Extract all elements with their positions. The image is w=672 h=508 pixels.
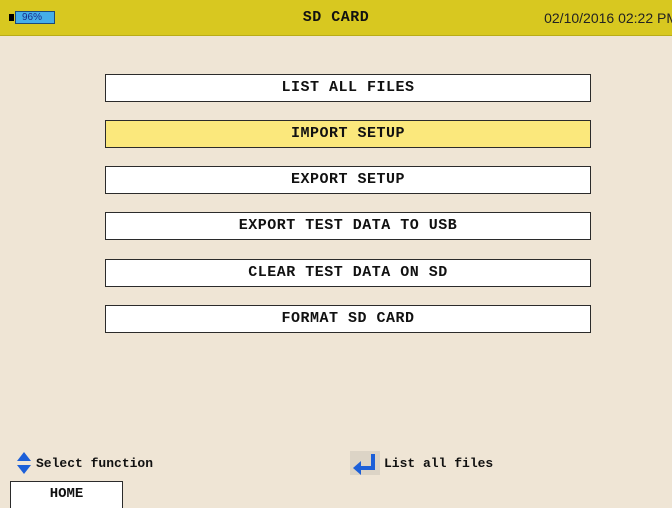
status-bar: 96% SD CARD 02/10/2016 02:22 PM: [0, 0, 672, 36]
enter-hint: List all files: [350, 450, 493, 476]
home-tab[interactable]: HOME: [10, 481, 123, 508]
list-all-files-button[interactable]: LIST ALL FILES: [105, 74, 591, 102]
enter-hint-label: List all files: [384, 455, 494, 471]
export-setup-button[interactable]: EXPORT SETUP: [105, 166, 591, 194]
select-function-label: Select function: [36, 455, 154, 471]
clear-test-data-button[interactable]: CLEAR TEST DATA ON SD: [105, 259, 591, 287]
import-setup-button[interactable]: IMPORT SETUP: [105, 120, 591, 148]
format-sd-card-button[interactable]: FORMAT SD CARD: [105, 305, 591, 333]
export-test-data-usb-button[interactable]: EXPORT TEST DATA TO USB: [105, 212, 591, 240]
up-down-arrows-icon: [17, 452, 31, 474]
select-function-hint: Select function: [16, 450, 153, 476]
enter-arrow-icon: [350, 451, 380, 475]
datetime-display: 02/10/2016 02:22 PM: [544, 10, 672, 26]
